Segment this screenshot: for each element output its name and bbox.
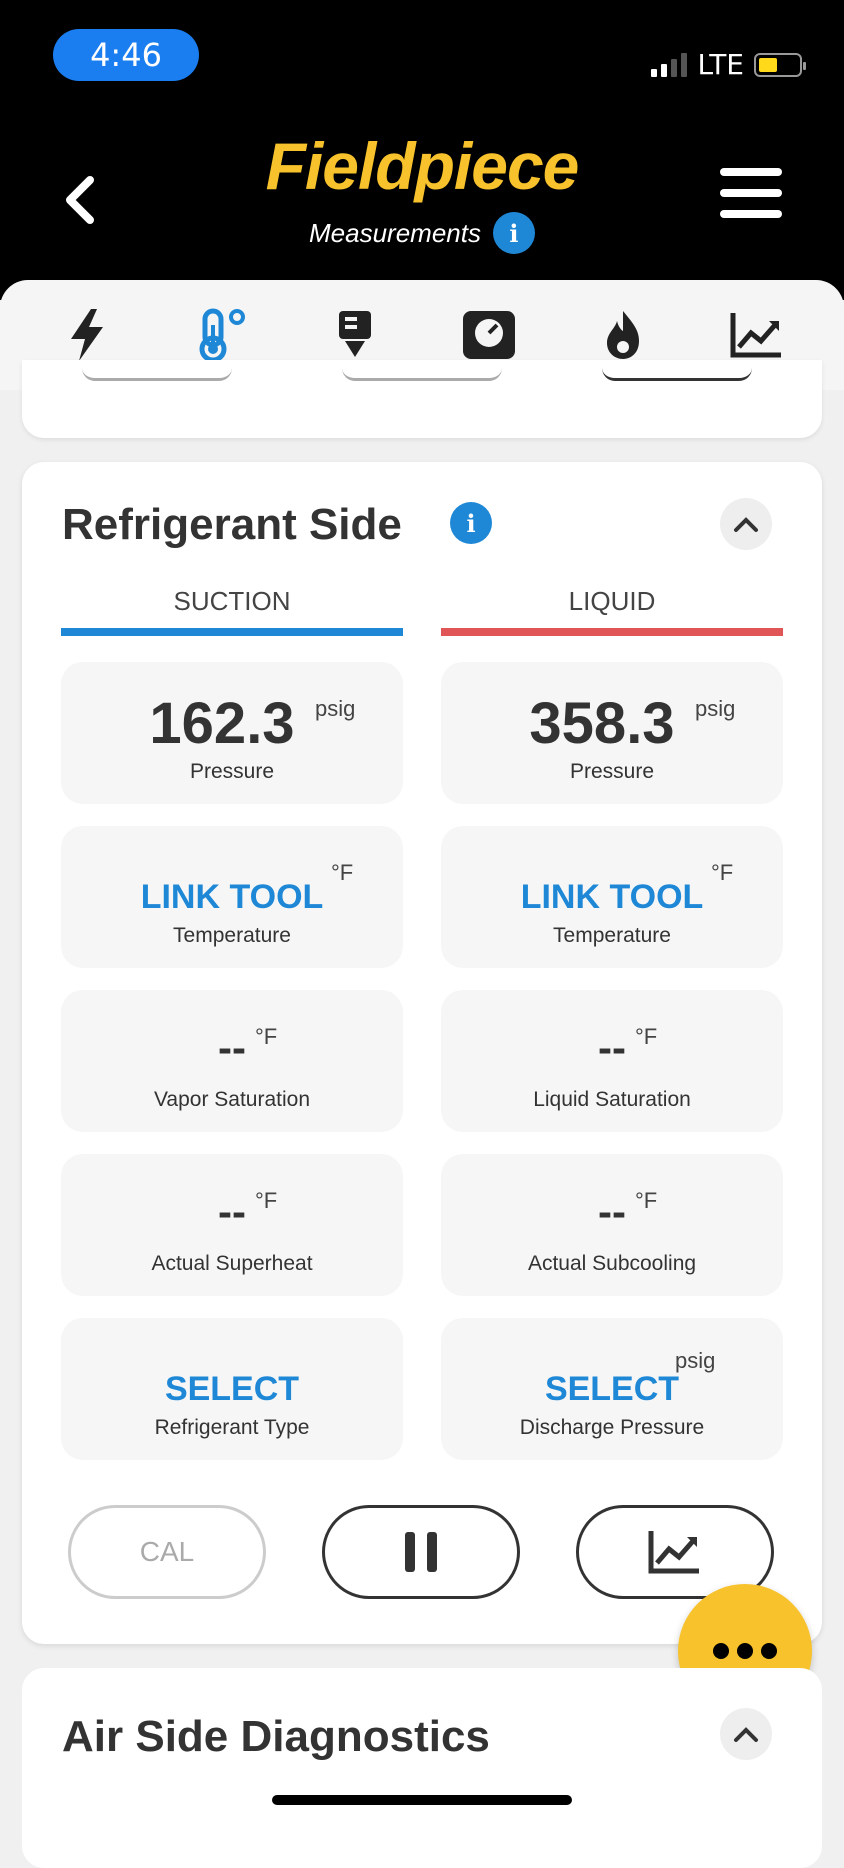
download-icon [339,311,371,357]
signal-icon [651,52,688,77]
page-subtitle-row: Measurements i [0,212,844,254]
subcooling-value: -- [598,1188,626,1235]
chevron-up-icon [734,1727,758,1742]
liquid-saturation-tile[interactable]: -- °F Liquid Saturation [441,990,783,1132]
chart-icon [730,313,781,358]
pause-button[interactable] [322,1505,520,1599]
suction-bar [61,628,403,636]
info-icon[interactable]: i [492,212,535,254]
superheat-label: Actual Superheat [151,1252,313,1275]
refrigerant-side-card: Refrigerant Side i SUCTION LIQUID 162.3 … [22,462,822,1644]
menu-button[interactable] [720,168,782,224]
subcooling-tile[interactable]: -- °F Actual Subcooling [441,1154,783,1296]
refrigerant-type-tile[interactable]: SELECT Refrigerant Type [61,1318,403,1460]
suction-pressure-label: Pressure [189,760,275,783]
battery-icon [754,52,806,77]
vapor-saturation-unit: °F [255,1024,278,1049]
discharge-pressure-select[interactable]: SELECT [441,1370,783,1409]
gauge-icon [463,311,515,359]
suction-header: SUCTION [173,586,291,616]
air-side-card: Air Side Diagnostics [22,1668,822,1868]
suction-temperature-tile[interactable]: LINK TOOL °F Temperature [61,826,403,968]
home-indicator[interactable] [272,1795,572,1805]
refrigerant-type-label: Refrigerant Type [154,1416,310,1439]
discharge-pressure-label: Discharge Pressure [519,1416,705,1439]
cal-button[interactable]: CAL [68,1505,266,1599]
superheat-value: -- [218,1188,246,1235]
liquid-saturation-value: -- [598,1024,626,1071]
liquid-temp-label: Temperature [553,924,671,947]
subcooling-unit: °F [635,1188,658,1213]
previous-card [22,360,822,438]
liquid-pressure-label: Pressure [569,760,655,783]
pause-icon [405,1532,437,1572]
thermometer-icon [199,308,245,363]
info-icon[interactable]: i [450,502,492,544]
network-type: LTE [697,48,744,81]
app-header: 4:46 LTE Fieldpiece Measurements i [0,0,844,300]
subcooling-label: Actual Subcooling [527,1252,697,1275]
page-subtitle: Measurements [309,217,481,248]
liquid-bar [441,628,783,636]
liquid-saturation-unit: °F [635,1024,658,1049]
chevron-up-icon [734,517,758,532]
liquid-pressure-tile[interactable]: 358.3 psig Pressure [441,662,783,804]
vapor-saturation-tile[interactable]: -- °F Vapor Saturation [61,990,403,1132]
fieldpiece-logo: Fieldpiece [265,129,580,203]
superheat-tile[interactable]: -- °F Actual Superheat [61,1154,403,1296]
air-side-title: Air Side Diagnostics [62,1712,490,1761]
superheat-unit: °F [255,1188,278,1213]
suction-pressure-unit: psig [315,696,356,721]
refrigerant-type-select[interactable]: SELECT [61,1370,403,1409]
chart-icon [648,1531,699,1574]
status-indicators: LTE [651,48,806,81]
suction-pressure-tile[interactable]: 162.3 psig Pressure [61,662,403,804]
liquid-saturation-label: Liquid Saturation [533,1088,691,1111]
liquid-pressure-unit: psig [695,696,736,721]
vapor-saturation-value: -- [218,1024,246,1071]
suction-temp-unit: °F [331,860,354,885]
discharge-pressure-tile[interactable]: SELECT psig Discharge Pressure [441,1318,783,1460]
lightning-icon [71,309,103,361]
flame-icon [607,311,639,359]
suction-temp-label: Temperature [173,924,291,947]
liquid-temp-unit: °F [711,860,734,885]
vapor-saturation-label: Vapor Saturation [153,1088,311,1111]
liquid-temperature-tile[interactable]: LINK TOOL °F Temperature [441,826,783,968]
discharge-pressure-unit: psig [675,1348,716,1373]
liquid-header: LIQUID [568,586,656,616]
collapse-button[interactable] [720,498,772,550]
card-title: Refrigerant Side [62,500,402,549]
air-side-collapse-button[interactable] [720,1708,772,1760]
status-time: 4:46 [53,29,199,81]
